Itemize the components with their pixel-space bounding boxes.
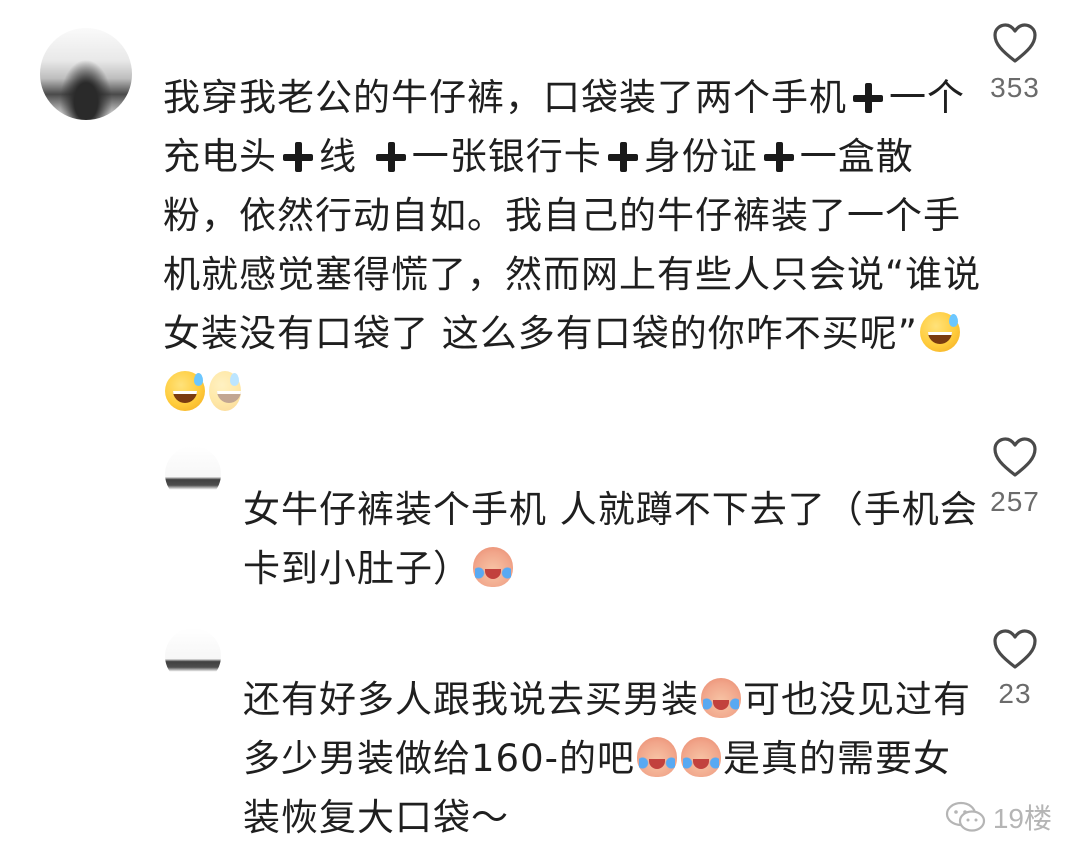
comment-line: 装恢复大口袋～: [243, 788, 963, 847]
comment-text-segment: 一张银行卡: [411, 135, 602, 178]
grinning-sweat-emoji-icon: [919, 312, 960, 352]
comment-text-segment: 是真的需要女: [722, 737, 951, 780]
like-count: 353: [990, 72, 1040, 103]
comment-text-segment: 卡到小肚子）: [243, 547, 471, 590]
crying-peach-emoji-icon: [473, 547, 513, 587]
comment-text-segment: 可也没见过有: [743, 678, 971, 721]
comment-text-segment: 女牛仔裤装个手机 人就蹲不下去了（手机会: [243, 488, 978, 531]
comment-line: 还有好多人跟我说去买男装 可也没见过有: [243, 670, 970, 729]
comment-text-segment: 线: [319, 135, 357, 178]
comment-line: 女装没有口袋了 这么多有口袋的你咋不买呢”: [163, 304, 960, 363]
watermark: 19楼: [945, 797, 1052, 837]
like-count: 23: [998, 678, 1032, 709]
comment-line: 粉，依然行动自如。我自己的牛仔裤装了一个手: [163, 186, 960, 245]
comment-line: 我穿我老公的牛仔裤，口袋装了两个手机 一个: [163, 68, 964, 127]
like-button[interactable]: 353: [970, 22, 1060, 104]
reply-text-1: 女牛仔裤装个手机 人就蹲不下去了（手机会 卡到小肚子）: [243, 480, 977, 598]
comment-line: 卡到小肚子）: [243, 539, 963, 598]
plus-icon: [763, 142, 794, 172]
comment-line: [163, 363, 953, 422]
wechat-icon: [945, 801, 985, 832]
watermark-text: 19楼: [992, 803, 1052, 834]
comment-text-segment: 还有好多人跟我说去买男装: [243, 678, 699, 721]
heart-outline-icon: [993, 629, 1037, 669]
comment-text-segment: 装恢复大口袋～: [243, 796, 509, 839]
heart-outline-icon: [993, 23, 1037, 63]
crying-peach-emoji-icon: [701, 678, 741, 718]
comment-line: 充电头线 一张银行卡 身份证 一盒散: [163, 127, 953, 186]
crying-peach-emoji-icon: [636, 737, 677, 777]
plus-icon: [853, 83, 883, 113]
comment-line: 多少男装做给160-的吧 是真的需要女: [243, 729, 963, 788]
plus-icon: [283, 142, 313, 172]
heart-outline-icon: [993, 437, 1037, 477]
comment-text-segment: 一盒散: [799, 135, 914, 178]
comment-text-segment: 身份证: [643, 135, 758, 178]
replier-avatar[interactable]: [165, 446, 221, 502]
like-count: 257: [990, 486, 1040, 517]
replier-avatar[interactable]: [165, 628, 221, 684]
like-button[interactable]: 257: [970, 436, 1060, 518]
comment-text-segment: 我穿我老公的牛仔裤，口袋装了两个手机: [163, 76, 847, 119]
comment-line: 机就感觉塞得慌了，然而网上有些人只会说“谁说: [163, 245, 980, 304]
reply-text-2: 还有好多人跟我说去买男装 可也没见过有 多少男装做给160-的吧 是真的需要女 装恢…: [243, 670, 970, 847]
comment-text-1: 我穿我老公的牛仔裤，口袋装了两个手机 一个 充电头线 一张银行卡 身份证 一盒散 粉，…: [163, 68, 980, 422]
grinning-sweat-emoji-icon: [209, 371, 241, 411]
plus-icon: [375, 142, 406, 172]
comment-text-segment: 女装没有口袋了 这么多有口袋的你咋不买呢”: [163, 312, 918, 355]
comment-text-segment: 一个: [889, 76, 965, 119]
comment-text-segment: 机就感觉塞得慌了，然而网上有些人只会说“谁说: [163, 253, 982, 296]
comment-text-segment: 多少男装做给160-的吧: [243, 737, 635, 780]
comment-text-segment: 充电头: [163, 135, 277, 178]
grinning-sweat-emoji-icon: [165, 371, 205, 411]
comment-text-segment: 粉，依然行动自如。我自己的牛仔裤装了一个手: [163, 194, 961, 237]
plus-icon: [607, 142, 638, 172]
crying-peach-emoji-icon: [680, 737, 721, 777]
comment-line: 女牛仔裤装个手机 人就蹲不下去了（手机会: [243, 480, 977, 539]
commenter-avatar[interactable]: [40, 28, 132, 120]
like-button[interactable]: 23: [970, 628, 1060, 710]
